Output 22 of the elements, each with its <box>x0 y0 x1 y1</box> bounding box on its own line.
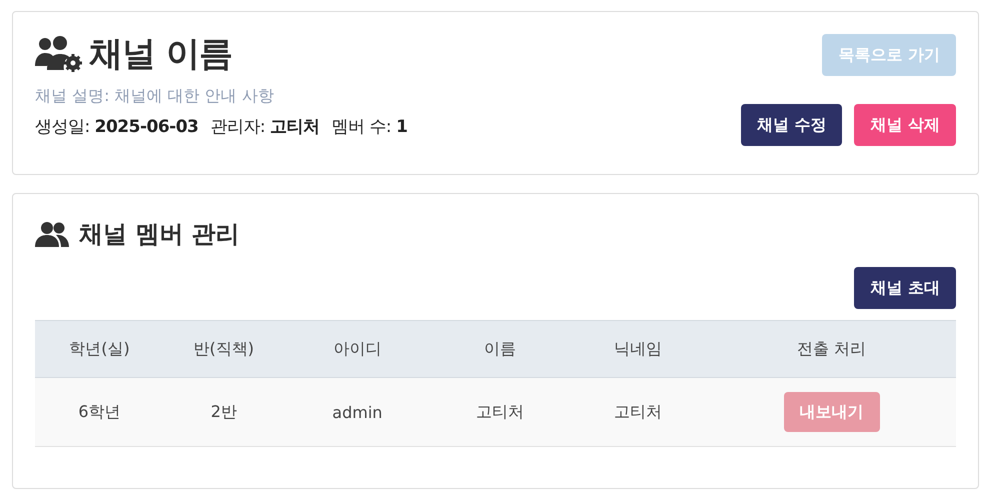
table-cell: 6학년 <box>35 378 164 446</box>
table-cell: 고티처 <box>569 378 708 446</box>
column-header: 전출 처리 <box>707 320 956 378</box>
users-gear-icon <box>35 36 83 72</box>
channel-title: 채널 이름 <box>89 33 232 76</box>
column-header: 이름 <box>431 320 570 378</box>
invite-button[interactable]: 채널 초대 <box>854 267 956 309</box>
channel-meta-text: 관리자: 고티처 <box>210 116 320 138</box>
column-header: 학년(실) <box>35 320 164 378</box>
table-cell: 2반 <box>164 378 284 446</box>
edit-channel-button[interactable]: 채널 수정 <box>740 104 842 146</box>
column-header: 반(직책) <box>164 320 284 378</box>
section-title: 채널 멤버 관리 <box>79 219 240 250</box>
column-header: 아이디 <box>284 320 432 378</box>
table-cell: admin <box>284 378 432 446</box>
channel-description: 채널 설명: 채널에 대한 안내 사항 <box>35 86 275 107</box>
column-header: 닉네임 <box>569 320 708 378</box>
channel-meta-text: 멤버 수: 1 <box>332 116 408 138</box>
table-cell: 고티처 <box>431 378 570 446</box>
delete-channel-button[interactable]: 채널 삭제 <box>854 104 956 146</box>
users-icon <box>35 221 69 247</box>
channel-meta-text: 생성일: 2025-06-03 <box>35 116 198 138</box>
